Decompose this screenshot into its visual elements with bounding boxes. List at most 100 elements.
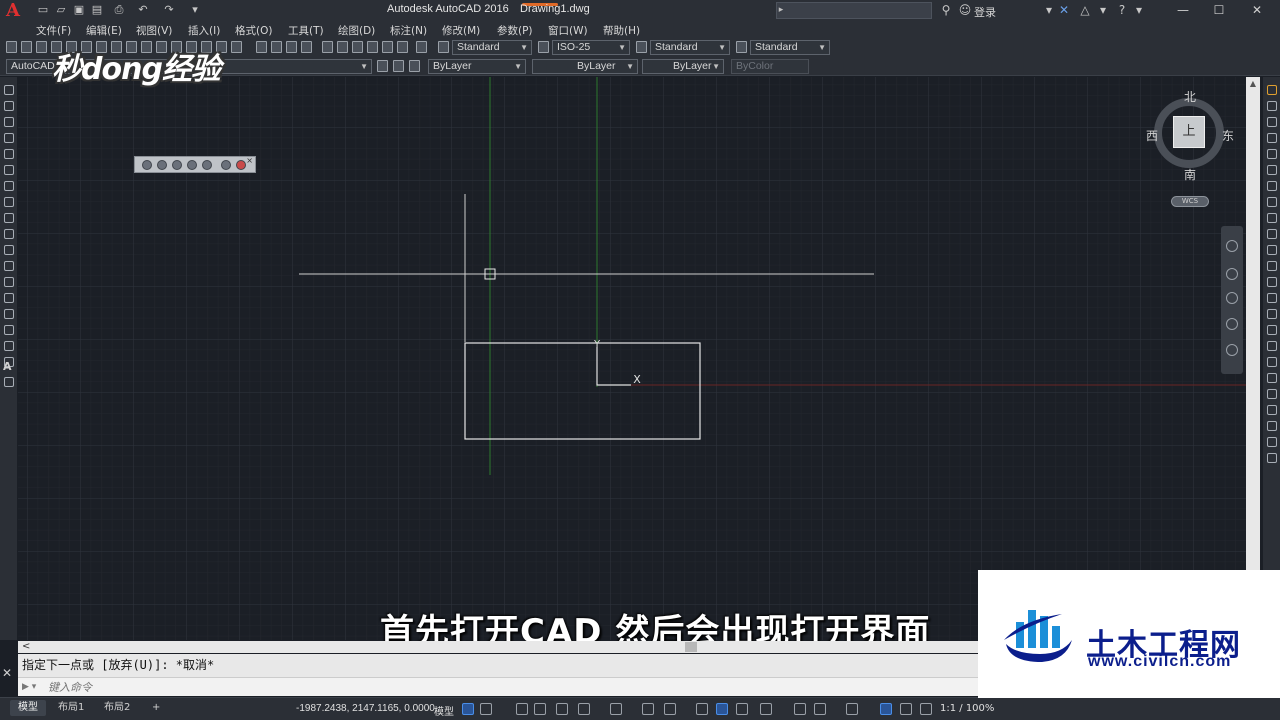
annotation-scale-readout[interactable]: 1:1 / 100%	[940, 703, 994, 714]
help-icon[interactable]: ?	[1114, 2, 1130, 18]
viewcube-face[interactable]: 上	[1173, 116, 1205, 148]
explode-icon[interactable]	[1267, 357, 1277, 367]
infer-constraints-icon[interactable]	[516, 703, 528, 715]
annotation-visibility-icon[interactable]	[880, 703, 892, 715]
steering-wheel-icon[interactable]	[1226, 240, 1238, 252]
dim-radius-icon[interactable]	[1267, 437, 1277, 447]
tb-zoom-realtime-icon[interactable]	[271, 41, 282, 53]
table-style-select[interactable]: Standard ▼	[650, 40, 730, 55]
make-current-icon[interactable]	[393, 60, 404, 72]
tab-layout1[interactable]: 布局1	[50, 700, 92, 716]
plot-icon[interactable]: ⎙	[112, 3, 126, 17]
menu-insert[interactable]: 插入(I)	[188, 23, 220, 38]
menu-window[interactable]: 窗口(W)	[548, 23, 588, 38]
fillet-icon[interactable]	[1267, 325, 1277, 335]
menu-modify[interactable]: 修改(M)	[442, 23, 480, 38]
horizontal-scrollbar[interactable]	[18, 641, 978, 653]
login-dropdown-icon[interactable]: ▾	[1044, 2, 1054, 18]
undo-icon[interactable]: ↶	[136, 3, 150, 17]
floating-toolbar[interactable]: ×	[134, 156, 256, 173]
insert-block-icon[interactable]	[4, 261, 14, 271]
autodesk-app-icon[interactable]: △	[1078, 2, 1092, 18]
command-input[interactable]	[48, 679, 948, 695]
polar-tracking-icon[interactable]	[578, 703, 590, 715]
blend-icon[interactable]	[1267, 341, 1277, 351]
rotate-icon[interactable]	[1267, 197, 1277, 207]
menu-parameter[interactable]: 参数(P)	[497, 23, 533, 38]
join-icon[interactable]	[1267, 293, 1277, 303]
user-icon[interactable]: ☺	[958, 2, 972, 18]
construction-line-icon[interactable]	[4, 101, 14, 111]
move-icon[interactable]	[1267, 181, 1277, 191]
offset-icon[interactable]	[1267, 149, 1277, 159]
wireframe-icon[interactable]	[202, 160, 212, 170]
make-block-icon[interactable]	[4, 277, 14, 287]
binoculars-icon[interactable]: ⚲	[938, 2, 954, 18]
help-dropdown-icon[interactable]: ▾	[1134, 2, 1144, 18]
compass-south[interactable]: 南	[1184, 166, 1196, 183]
close-button[interactable]: ✕	[1240, 0, 1274, 21]
rectangle-icon[interactable]	[4, 149, 14, 159]
viewcube[interactable]: 上 北 南 东 西	[1146, 90, 1234, 182]
vertical-scrollbar[interactable]	[1246, 77, 1260, 640]
login-button[interactable]: 登录	[974, 4, 996, 20]
menu-draw[interactable]: 绘图(D)	[338, 23, 375, 38]
menu-format[interactable]: 格式(O)	[235, 23, 272, 38]
gizmo-icon[interactable]	[846, 703, 858, 715]
isometric-icon[interactable]	[610, 703, 622, 715]
annotation-scale-icon[interactable]	[920, 703, 932, 715]
tb-zoom-window-icon[interactable]	[286, 41, 297, 53]
scroll-thumb[interactable]	[685, 642, 697, 652]
stretch-icon[interactable]	[1267, 229, 1277, 239]
tb-design-center-icon[interactable]	[337, 41, 348, 53]
quick-access-dropdown-icon[interactable]: ▾	[188, 3, 202, 17]
copy-object-icon[interactable]	[1267, 117, 1277, 127]
break-icon[interactable]	[1267, 277, 1277, 287]
tb-tool-palettes-icon[interactable]	[352, 41, 363, 53]
dim-arc-icon[interactable]	[1267, 405, 1277, 415]
tb-zoom-icon[interactable]	[231, 41, 242, 53]
polyline-icon[interactable]	[4, 117, 14, 127]
menu-file[interactable]: 文件(F)	[36, 23, 71, 38]
selection-filter-icon[interactable]	[814, 703, 826, 715]
tb-new-icon[interactable]	[6, 41, 17, 53]
ellipse-icon[interactable]	[4, 229, 14, 239]
layer-manager-icon[interactable]	[377, 60, 388, 72]
dynamic-input-icon[interactable]	[534, 703, 546, 715]
hidden-icon[interactable]	[221, 160, 231, 170]
linetype-select[interactable]: ByLayer ▼	[532, 59, 638, 74]
tb-save-icon[interactable]	[36, 41, 47, 53]
extend-icon[interactable]	[1267, 261, 1277, 271]
multileader-style-select[interactable]: Standard ▼	[750, 40, 830, 55]
revision-cloud-icon[interactable]	[4, 197, 14, 207]
dim-diameter-icon[interactable]	[1267, 453, 1277, 463]
menu-view[interactable]: 视图(V)	[136, 23, 172, 38]
tb-calc-icon[interactable]	[397, 41, 408, 53]
autocad-logo-icon[interactable]: A	[2, 1, 24, 21]
layer-previous-icon[interactable]	[409, 60, 420, 72]
model-space-button[interactable]: 模型	[434, 703, 454, 718]
snap-mode-icon[interactable]	[480, 703, 492, 715]
region-icon[interactable]	[4, 341, 14, 351]
dim-aligned-icon[interactable]	[1267, 389, 1277, 399]
text-style-select[interactable]: Standard ▼	[452, 40, 532, 55]
tb-properties-icon[interactable]	[322, 41, 333, 53]
open-file-icon[interactable]: ▱	[54, 3, 68, 17]
3d-osnap-icon[interactable]	[760, 703, 772, 715]
redo-icon[interactable]: ↷	[162, 3, 176, 17]
wcs-menu[interactable]: WCS	[1171, 196, 1209, 207]
dim-style-select[interactable]: ISO-25 ▼	[552, 40, 630, 55]
hatch-icon[interactable]	[4, 309, 14, 319]
conceptual-icon[interactable]	[187, 160, 197, 170]
circle-icon[interactable]	[4, 181, 14, 191]
auto-scale-icon[interactable]	[900, 703, 912, 715]
dynamic-ucs-icon[interactable]	[794, 703, 806, 715]
tb-sheet-set-icon[interactable]	[367, 41, 378, 53]
dim-linear-icon[interactable]	[1267, 373, 1277, 383]
gradient-icon[interactable]	[4, 325, 14, 335]
multiline-text-icon[interactable]: A	[3, 360, 12, 373]
trim-icon[interactable]	[1267, 245, 1277, 255]
tb-open-icon[interactable]	[21, 41, 32, 53]
realistic-icon[interactable]	[172, 160, 182, 170]
shaded-icon[interactable]	[157, 160, 167, 170]
